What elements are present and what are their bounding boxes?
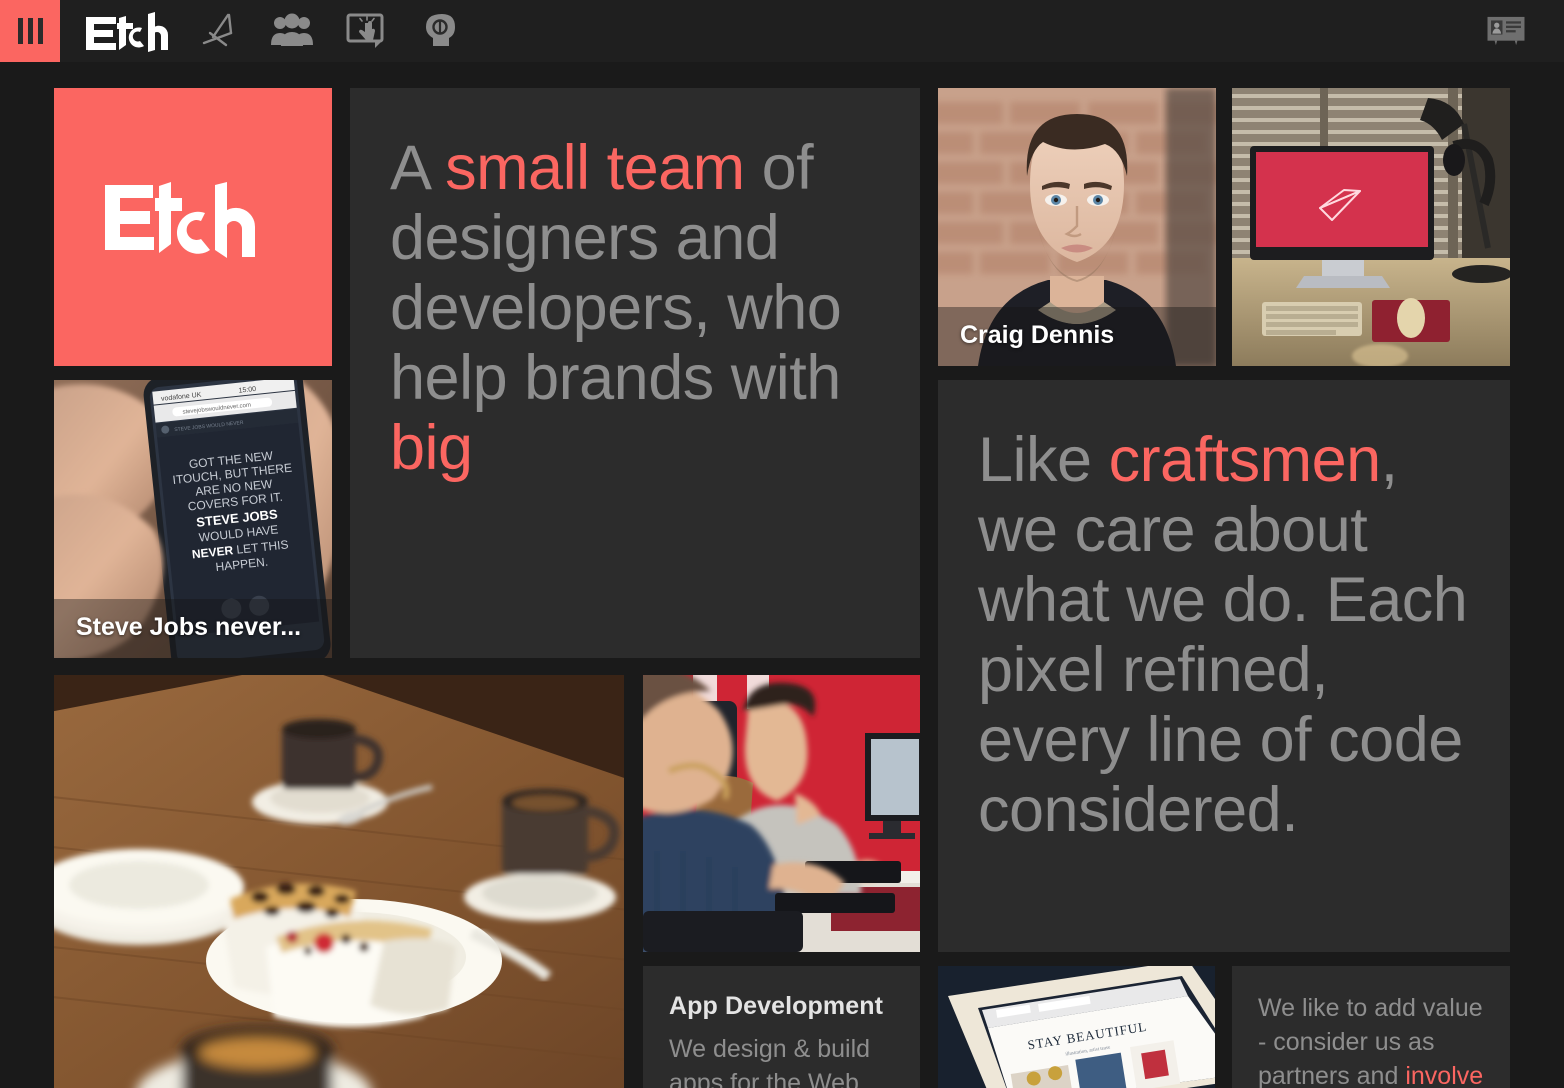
tile-add-value[interactable]: We like to add value - consider us as pa… <box>1232 966 1510 1088</box>
nav-item-team[interactable] <box>270 9 314 53</box>
hamburger-icon <box>18 18 43 44</box>
tile-portrait[interactable]: Craig Dennis <box>938 88 1216 366</box>
tile-logo[interactable] <box>54 88 332 366</box>
tablet-photo: STAY BEAUTIFUL illustration, artist teas… <box>938 966 1215 1088</box>
add-value-body: We like to add value - consider us as pa… <box>1258 992 1484 1088</box>
quote-text: Like craftsmen, we care about what we do… <box>938 380 1510 846</box>
accent-word: big <box>390 413 473 483</box>
contact-card-icon <box>1484 12 1528 50</box>
tile-quote-craftsmen[interactable]: Like craftsmen, we care about what we do… <box>938 380 1510 952</box>
accent-word: small team <box>445 133 745 203</box>
accent-word: craftsmen <box>1109 425 1381 495</box>
touch-screen-icon <box>345 12 387 50</box>
add-value-content: We like to add value - consider us as pa… <box>1232 966 1510 1088</box>
app-development-title: App Development <box>669 992 894 1021</box>
chair-icon <box>198 11 238 51</box>
app-development-content: App Development We design & build apps f… <box>643 966 920 1088</box>
tile-app-development[interactable]: App Development We design & build apps f… <box>643 966 920 1088</box>
tile-tablet-photo[interactable]: STAY BEAUTIFUL illustration, artist teas… <box>938 966 1215 1088</box>
accent-word: involve <box>1405 1062 1483 1088</box>
top-bar <box>0 0 1564 62</box>
nav-item-work[interactable] <box>344 9 388 53</box>
quote-text: A small team of designers and developers… <box>350 88 920 484</box>
tile-grid: vodafone UK 15:00 stevejobswouldnever.co… <box>54 88 1510 1088</box>
head-brain-icon <box>420 11 460 51</box>
nav-item-contact[interactable] <box>1484 9 1528 53</box>
coffee-photo <box>54 675 624 1088</box>
tile-office-photo[interactable] <box>643 675 920 952</box>
secondary-nav <box>1484 9 1528 53</box>
primary-nav <box>196 9 462 53</box>
people-icon <box>270 11 314 51</box>
nav-item-studio[interactable] <box>196 9 240 53</box>
nav-item-thinking[interactable] <box>418 9 462 53</box>
tile-desk-photo[interactable] <box>1232 88 1510 366</box>
tile-quote-small-team[interactable]: A small team of designers and developers… <box>350 88 920 658</box>
office-photo <box>643 675 920 952</box>
tile-coffee-photo[interactable] <box>54 675 624 1088</box>
etch-wordmark-icon <box>103 181 283 273</box>
desk-photo <box>1232 88 1510 366</box>
tile-phone-photo[interactable]: vodafone UK 15:00 stevejobswouldnever.co… <box>54 380 332 658</box>
menu-button[interactable] <box>0 0 60 62</box>
tile-caption: Steve Jobs never... <box>54 599 332 658</box>
tile-caption: Craig Dennis <box>938 307 1216 366</box>
brand-logo[interactable] <box>84 9 170 53</box>
